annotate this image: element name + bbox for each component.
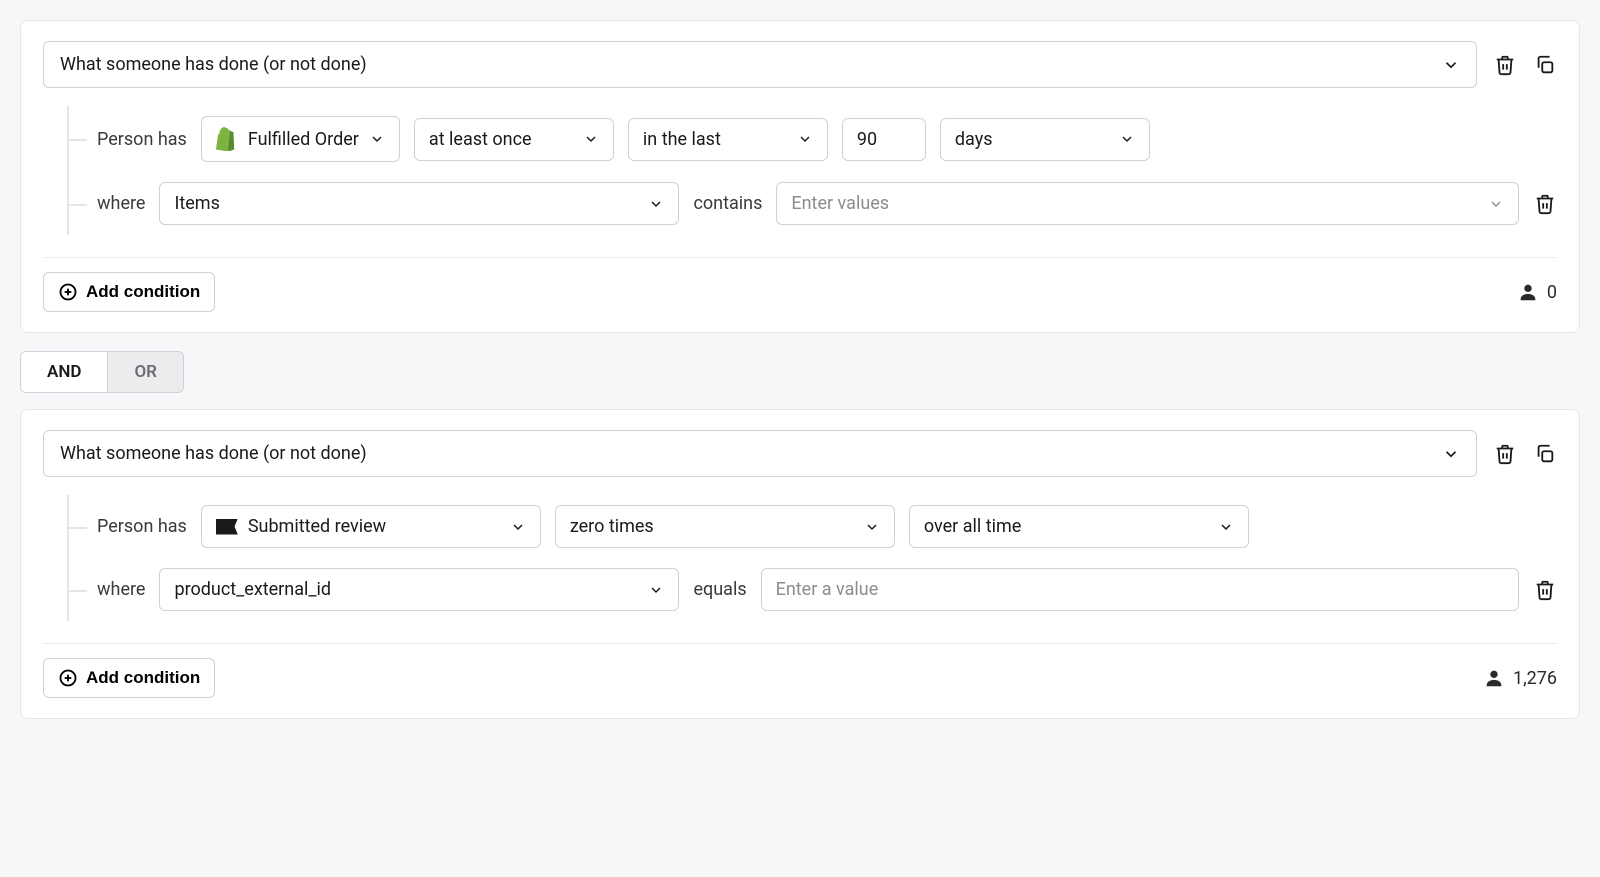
group-footer: Add condition 0 [43, 272, 1557, 312]
person-has-label: Person has [97, 516, 187, 537]
chevron-down-icon [1119, 131, 1135, 147]
add-condition-label: Add condition [86, 668, 200, 688]
condition-group-2: What someone has done (or not done) Pers… [20, 409, 1580, 719]
timeframe-select[interactable]: in the last [628, 118, 828, 161]
condition-type-label: What someone has done (or not done) [60, 54, 367, 75]
timeframe-unit-select[interactable]: days [940, 118, 1150, 161]
person-has-label: Person has [97, 129, 187, 150]
chevron-down-icon [1218, 519, 1234, 535]
condition-type-select[interactable]: What someone has done (or not done) [43, 430, 1477, 477]
chevron-down-icon [1488, 196, 1504, 212]
divider [43, 643, 1557, 644]
condition-nested-rows: Person has Submitted review zero times o… [67, 495, 1557, 621]
member-count-value: 1,276 [1513, 668, 1557, 689]
condition-header-row: What someone has done (or not done) [43, 41, 1557, 88]
member-count: 1,276 [1483, 667, 1557, 689]
chevron-down-icon [1442, 445, 1460, 463]
frequency-select[interactable]: zero times [555, 505, 895, 548]
event-label: Submitted review [248, 516, 500, 537]
condition-group-1: What someone has done (or not done) Pers… [20, 20, 1580, 333]
timeframe-number-input[interactable]: 90 [842, 118, 926, 161]
logic-and-button[interactable]: AND [21, 352, 108, 392]
timeframe-label: in the last [643, 129, 787, 150]
member-count-value: 0 [1547, 282, 1557, 303]
condition-header-row: What someone has done (or not done) [43, 430, 1557, 477]
frequency-label: at least once [429, 129, 573, 150]
logic-or-button[interactable]: OR [108, 352, 183, 392]
add-condition-button[interactable]: Add condition [43, 658, 215, 698]
plus-circle-icon [58, 668, 78, 688]
add-condition-button[interactable]: Add condition [43, 272, 215, 312]
timeframe-unit-label: days [955, 129, 1109, 150]
where-value-placeholder: Enter values [791, 193, 889, 214]
chevron-down-icon [864, 519, 880, 535]
divider [43, 257, 1557, 258]
person-icon [1483, 667, 1505, 689]
logic-operator-toggle: AND OR [20, 351, 184, 393]
timeframe-label: over all time [924, 516, 1208, 537]
where-operator-label: contains [693, 193, 762, 214]
delete-filter-button[interactable] [1533, 192, 1557, 216]
chevron-down-icon [369, 131, 385, 147]
condition-type-label: What someone has done (or not done) [60, 443, 367, 464]
where-property-select[interactable]: Items [159, 182, 679, 225]
chevron-down-icon [648, 582, 664, 598]
person-icon [1517, 281, 1539, 303]
event-select[interactable]: Fulfilled Order [201, 116, 400, 162]
duplicate-group-button[interactable] [1533, 442, 1557, 466]
chevron-down-icon [797, 131, 813, 147]
condition-nested-rows: Person has Fulfilled Order at least once… [67, 106, 1557, 235]
frequency-select[interactable]: at least once [414, 118, 614, 161]
event-label: Fulfilled Order [248, 129, 359, 150]
frequency-label: zero times [570, 516, 854, 537]
where-value-input[interactable]: Enter a value [761, 568, 1519, 611]
plus-circle-icon [58, 282, 78, 302]
where-value-placeholder: Enter a value [776, 579, 879, 600]
delete-group-button[interactable] [1493, 53, 1517, 77]
timeframe-select[interactable]: over all time [909, 505, 1249, 548]
where-value-input[interactable]: Enter values [776, 182, 1519, 225]
chevron-down-icon [583, 131, 599, 147]
duplicate-group-button[interactable] [1533, 53, 1557, 77]
delete-group-button[interactable] [1493, 442, 1517, 466]
where-row: where product_external_id equals Enter a… [69, 558, 1557, 621]
event-row: Person has Fulfilled Order at least once… [69, 106, 1557, 172]
event-row: Person has Submitted review zero times o… [69, 495, 1557, 558]
timeframe-number-value: 90 [857, 129, 877, 150]
where-property-select[interactable]: product_external_id [159, 568, 679, 611]
chevron-down-icon [510, 519, 526, 535]
where-label: where [97, 579, 145, 600]
review-icon [216, 519, 238, 535]
chevron-down-icon [1442, 56, 1460, 74]
where-operator-label: equals [693, 579, 746, 600]
member-count: 0 [1517, 281, 1557, 303]
where-property-label: product_external_id [174, 579, 638, 600]
delete-filter-button[interactable] [1533, 578, 1557, 602]
group-footer: Add condition 1,276 [43, 658, 1557, 698]
where-property-label: Items [174, 193, 638, 214]
where-row: where Items contains Enter values [69, 172, 1557, 235]
shopify-icon [216, 127, 238, 151]
where-label: where [97, 193, 145, 214]
condition-type-select[interactable]: What someone has done (or not done) [43, 41, 1477, 88]
chevron-down-icon [648, 196, 664, 212]
event-select[interactable]: Submitted review [201, 505, 541, 548]
add-condition-label: Add condition [86, 282, 200, 302]
